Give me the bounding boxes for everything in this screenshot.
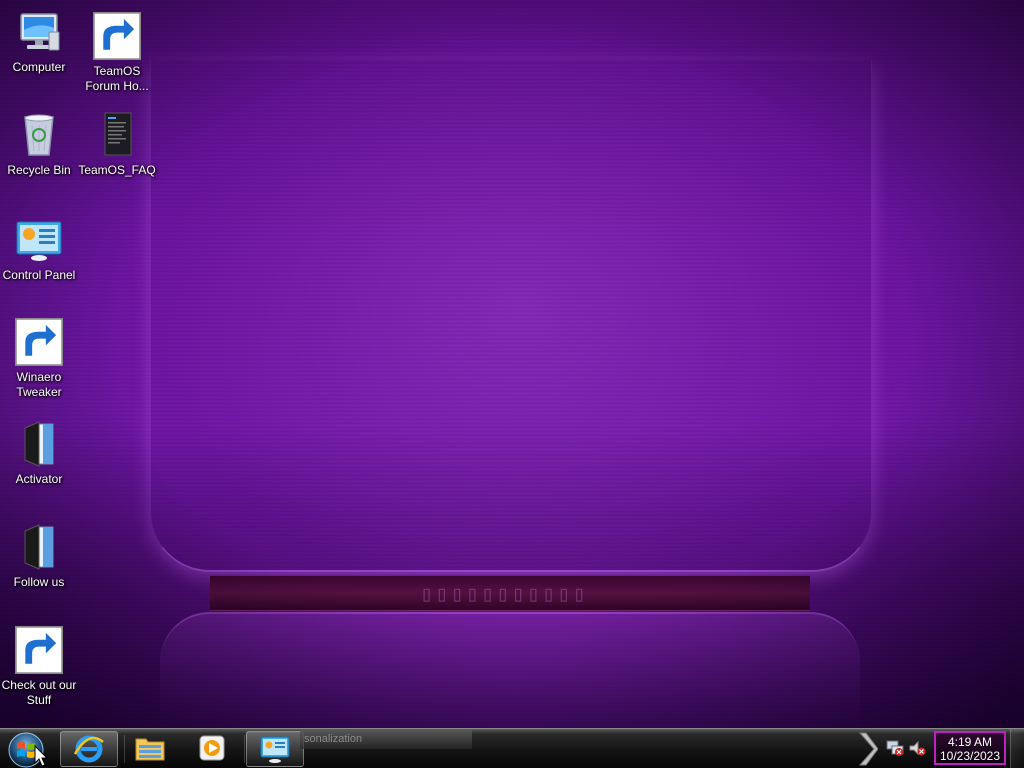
winaero-tweaker-icon [15,318,63,366]
star-icon [93,12,141,60]
taskbar-clock[interactable]: 4:19 AM 10/23/2023 [934,731,1006,765]
desktop-icon-computer[interactable]: Computer [0,8,78,75]
taskbar-window-title-ghost: sonalization [300,729,472,749]
follow-us-icon [15,523,63,571]
desktop[interactable]: ▯▯▯▯▯▯▯▯▯▯▯ Computer TeamOS Forum Ho... … [0,0,1024,768]
folder-icon [135,738,165,761]
taskbar-internet-explorer-button[interactable] [60,731,118,767]
wallpaper-frame-upper [150,60,872,572]
desktop-icon-label: Computer [12,60,66,74]
desktop-icon-label: Control Panel [2,268,76,282]
globe-icon [15,626,63,674]
taskbar: sonalization 4:19 AM 10/23/2023 [0,728,1024,768]
chevron-right-icon [858,732,879,766]
desktop-icon-teamos-faq[interactable]: TeamOS_FAQ [78,111,156,178]
control-panel-icon [15,216,63,264]
activator-icon [15,420,63,468]
desktop-icon-winaero-tweaker[interactable]: Winaero Tweaker [0,318,78,400]
desktop-icon-label: Recycle Bin [7,163,71,177]
personalization-icon [260,736,290,763]
taskbar-media-player-button[interactable] [184,731,240,765]
tray-network-icon[interactable] [886,739,904,757]
taskbar-file-explorer-button[interactable] [122,731,178,765]
desktop-icon-label: Winaero Tweaker [16,370,62,399]
desktop-icon-recycle-bin[interactable]: Recycle Bin [0,111,78,178]
media-player-icon [199,735,225,761]
shortcut-arrow-icon [15,318,63,366]
mouse-cursor-icon [34,745,48,767]
taskbar-separator [244,735,245,763]
recycle-bin-icon [15,111,63,159]
shortcut-arrow-icon [15,626,63,674]
desktop-icon-label: Activator [15,472,63,486]
shortcut-arrow-icon [93,12,141,60]
document-icon [93,111,141,159]
desktop-icon-label: Follow us [13,575,65,589]
desktop-icon-check-out-our-stuff[interactable]: Check out our Stuff [0,626,78,708]
desktop-icon-follow-us[interactable]: Follow us [0,523,78,590]
desktop-icon-control-panel[interactable]: Control Panel [0,216,78,283]
tray-volume-muted-icon[interactable] [908,739,926,757]
desktop-icon-activator[interactable]: Activator [0,420,78,487]
desktop-icon-label: TeamOS Forum Ho... [85,64,149,93]
show-desktop-button[interactable] [1010,729,1024,768]
taskbar-scroll-arrow[interactable] [858,729,879,768]
taskbar-personalization-button[interactable] [246,731,304,767]
desktop-icon-label: TeamOS_FAQ [78,163,156,177]
internet-explorer-icon [73,735,104,763]
wallpaper-frame-lower [160,612,860,734]
clock-date: 10/23/2023 [939,749,1001,763]
desktop-icon-label: Check out our Stuff [1,678,77,707]
computer-icon [15,8,63,56]
wallpaper-panel-pattern: ▯▯▯▯▯▯▯▯▯▯▯ [420,582,588,607]
desktop-icon-teamos-forum[interactable]: TeamOS Forum Ho... [78,12,156,94]
clock-time: 4:19 AM [947,735,993,749]
